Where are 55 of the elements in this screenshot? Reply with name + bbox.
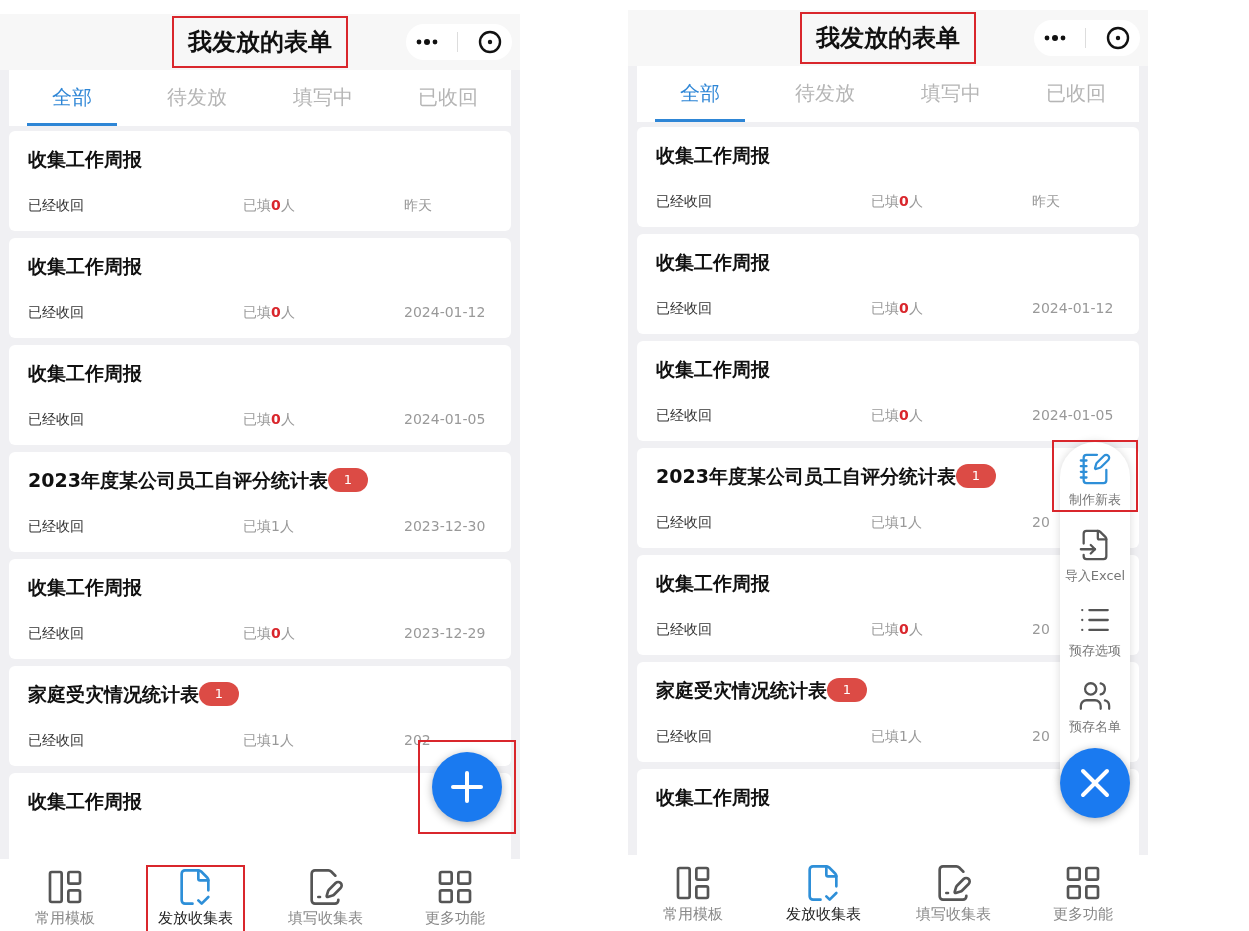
filled-count: 已填1人 xyxy=(243,731,295,750)
filled-count: 已填0人 xyxy=(243,624,296,643)
count-badge: 1 xyxy=(327,468,368,492)
form-title: 2023年度某公司员工自评分统计表 xyxy=(656,463,956,489)
page-title: 我发放的表单 xyxy=(188,28,332,56)
form-status: 已经收回 xyxy=(28,731,85,750)
filled-count: 已填1人 xyxy=(243,517,295,536)
form-title: 收集工作周报 xyxy=(28,788,142,814)
form-date: 2023-12-29 xyxy=(404,624,486,643)
form-status: 已经收回 xyxy=(656,299,713,318)
form-title: 收集工作周报 xyxy=(28,574,142,600)
form-status: 已经收回 xyxy=(28,410,85,429)
filled-count: 已填0人 xyxy=(243,303,296,322)
form-date: 20 xyxy=(1032,620,1050,639)
form-title: 家庭受灾情况统计表 xyxy=(656,677,827,703)
filled-count: 已填0人 xyxy=(871,192,924,211)
filled-count: 已填0人 xyxy=(871,620,924,639)
form-title: 收集工作周报 xyxy=(656,142,770,168)
count-badge: 1 xyxy=(827,678,867,702)
form-title: 收集工作周报 xyxy=(656,249,770,275)
filled-count: 已填1人 xyxy=(871,513,923,532)
form-date: 2024-01-05 xyxy=(1032,406,1114,425)
form-title: 收集工作周报 xyxy=(28,360,142,386)
form-status: 已经收回 xyxy=(656,513,713,532)
form-title: 2023年度某公司员工自评分统计表 xyxy=(28,467,328,493)
form-status: 已经收回 xyxy=(28,196,85,215)
form-date: 2023-12-30 xyxy=(404,517,486,536)
form-title: 收集工作周报 xyxy=(28,146,142,172)
filled-count: 已填0人 xyxy=(243,196,296,215)
form-status: 已经收回 xyxy=(656,620,713,639)
form-date: 2024-01-12 xyxy=(1032,299,1114,318)
form-date: 2024-01-05 xyxy=(404,410,486,429)
form-status: 已经收回 xyxy=(656,406,713,425)
form-title: 家庭受灾情况统计表 xyxy=(28,681,199,707)
form-status: 已经收回 xyxy=(656,192,713,211)
form-date: 20 xyxy=(1032,513,1050,532)
form-status: 已经收回 xyxy=(28,303,85,322)
form-date: 20 xyxy=(1032,727,1050,746)
form-title: 收集工作周报 xyxy=(28,253,142,279)
form-title: 收集工作周报 xyxy=(656,784,770,810)
filled-count: 已填0人 xyxy=(243,410,296,429)
page-title: 我发放的表单 xyxy=(816,24,960,52)
form-date: 昨天 xyxy=(404,196,432,215)
form-status: 已经收回 xyxy=(28,517,85,536)
count-badge: 1 xyxy=(199,682,239,706)
filled-count: 已填1人 xyxy=(871,727,923,746)
filled-count: 已填0人 xyxy=(871,299,924,318)
filled-count: 已填0人 xyxy=(871,406,924,425)
form-title: 收集工作周报 xyxy=(656,570,770,596)
form-status: 已经收回 xyxy=(28,624,85,643)
form-status: 已经收回 xyxy=(656,727,713,746)
count-badge: 1 xyxy=(955,464,996,488)
form-date: 昨天 xyxy=(1032,192,1060,211)
form-date: 2024-01-12 xyxy=(404,303,486,322)
form-title: 收集工作周报 xyxy=(656,356,770,382)
